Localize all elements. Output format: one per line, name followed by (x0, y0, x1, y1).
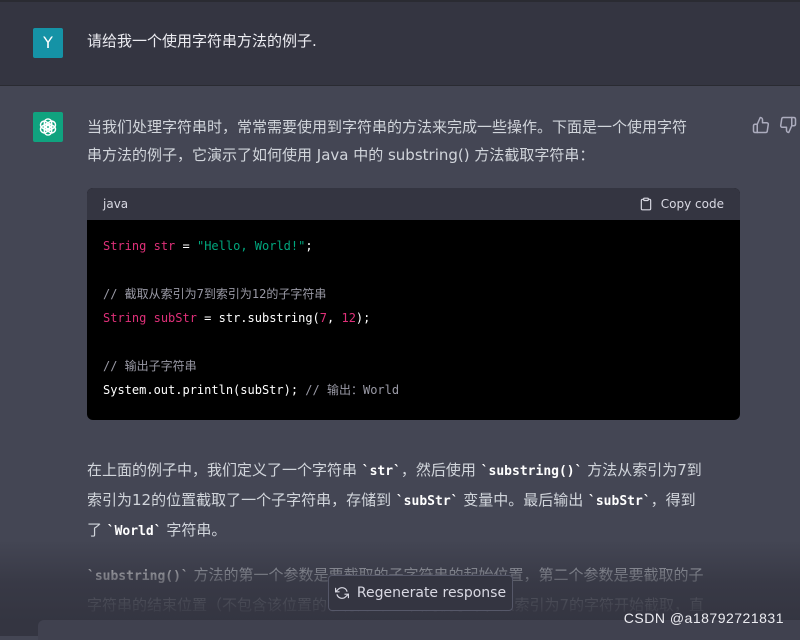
text-segment: 在上面的例子中，我们定义了一个字符串 (87, 461, 362, 479)
code-token: = (175, 239, 197, 253)
text-segment: ，得到 (650, 491, 696, 509)
code-line: String subStr = str.substring(7, 12); (103, 306, 724, 330)
inline-code: `subStr` (395, 494, 459, 509)
code-line: // 输出子字符串 (103, 354, 724, 378)
text-segment: 字符串。 (161, 521, 227, 539)
code-token: System.out.println(subStr); (103, 383, 306, 397)
code-token: String (103, 311, 147, 325)
code-line: // 截取从索引为7到索引为12的子字符串 (103, 282, 724, 306)
code-token: // 输出：World (305, 383, 400, 397)
inline-code: `str` (361, 464, 401, 479)
inline-code: `substring()` (87, 569, 189, 584)
intro-line: 当我们处理字符串时，常常需要使用到字符串的方法来完成一些操作。下面是一个使用字符 (87, 118, 688, 136)
regenerate-response-button[interactable]: Regenerate response (328, 575, 513, 611)
user-message-block: Y 请给我一个使用字符串方法的例子. (0, 0, 800, 86)
code-line: String str = "Hello, World!"; (103, 234, 724, 258)
text-segment: 了 (87, 521, 107, 539)
text-segment: ，然后使用 (400, 461, 481, 479)
explanation-line: 索引为12的位置截取了一个子字符串，存储到 `subStr` 变量中。最后输出 … (87, 486, 747, 516)
code-token: String (103, 239, 147, 253)
openai-logo-icon (39, 118, 57, 136)
text-segment: 变量中。最后输出 (458, 491, 589, 509)
thumbs-down-button[interactable] (779, 116, 797, 134)
code-line: System.out.println(subStr); // 输出：World (103, 378, 724, 402)
code-token: ; (305, 239, 313, 253)
code-token: = str.substring( (196, 311, 320, 325)
code-token: subStr (153, 311, 197, 325)
code-token: str (153, 239, 176, 253)
explanation-line: 在上面的例子中，我们定义了一个字符串 `str`，然后使用 `substring… (87, 456, 747, 486)
refresh-icon (334, 587, 349, 599)
assistant-avatar (33, 112, 63, 142)
code-content: String str = "Hello, World!"; // 截取从索引为7到… (87, 220, 740, 416)
assistant-explanation: 在上面的例子中，我们定义了一个字符串 `str`，然后使用 `substring… (87, 456, 747, 546)
code-token: "Hello, World!" (196, 239, 306, 253)
thumbs-up-icon (752, 116, 770, 134)
text-segment: 索引为12的位置截取了一个子字符串，存储到 (87, 491, 396, 509)
code-block-header: java Copy code (87, 188, 740, 220)
assistant-intro: 当我们处理字符串时，常常需要使用到字符串的方法来完成一些操作。下面是一个使用字符… (87, 113, 747, 169)
regenerate-label: Regenerate response (356, 585, 507, 601)
thumbs-up-button[interactable] (752, 116, 770, 134)
clipboard-icon (640, 197, 652, 211)
inline-code: `subStr` (588, 494, 651, 509)
code-token: 12 (341, 311, 356, 325)
inline-code: `substring()` (480, 464, 583, 479)
csdn-watermark: CSDN @a18792721831 (623, 610, 784, 626)
explanation-line: 了 `World` 字符串。 (87, 516, 747, 546)
copy-code-label: Copy code (660, 197, 724, 211)
code-token: // 截取从索引为7到索引为12的子字符串 (103, 287, 327, 301)
code-token: , (327, 311, 342, 325)
inline-code: `World` (106, 524, 162, 539)
divider (0, 0, 800, 2)
user-message-text: 请给我一个使用字符串方法的例子. (87, 32, 317, 50)
copy-code-button[interactable]: Copy code (639, 196, 724, 212)
code-token: ); (355, 311, 371, 325)
intro-line: 串方法的例子，它演示了如何使用 Java 中的 substring() 方法截取… (87, 146, 595, 164)
divider (0, 85, 800, 86)
code-token: 7 (319, 311, 328, 325)
code-block: java Copy code String str = "Hello, Worl… (87, 188, 740, 420)
text-segment: 方法从索引为7到 (582, 461, 702, 479)
user-avatar: Y (33, 28, 63, 58)
code-token: // 输出子字符串 (103, 359, 197, 373)
code-language-label: java (103, 197, 129, 211)
thumbs-down-icon (779, 116, 797, 134)
